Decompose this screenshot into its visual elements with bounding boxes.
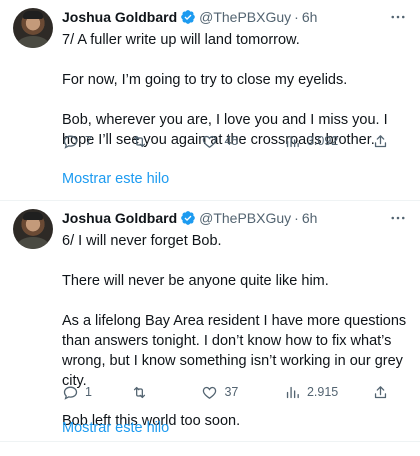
views-chart-icon	[286, 135, 299, 147]
tweet-paragraph: 6/ I will never forget Bob.	[62, 233, 222, 249]
tweet-actions: 1 37 2.915	[62, 382, 392, 402]
more-dots-icon[interactable]	[388, 208, 408, 228]
heart-icon	[203, 386, 217, 399]
share-button[interactable]	[372, 384, 392, 401]
avatar[interactable]	[13, 209, 53, 249]
tweet-time[interactable]: 6h	[302, 210, 318, 226]
avatar[interactable]	[13, 8, 53, 48]
reply-button[interactable]: 7	[62, 133, 131, 150]
share-icon	[375, 134, 387, 147]
reply-button[interactable]: 1	[62, 384, 131, 401]
author-handle[interactable]: @ThePBXGuy	[199, 210, 291, 226]
reply-icon	[63, 386, 78, 400]
view-count: 3.092	[306, 134, 339, 148]
like-count: 45	[224, 134, 239, 148]
tweet-content: Joshua Goldbard @ThePBXGuy · 6h 7/ A ful…	[62, 7, 410, 150]
avatar-hat	[23, 212, 43, 220]
like-button[interactable]: 37	[201, 384, 284, 401]
reply-count: 1	[85, 385, 92, 399]
like-button[interactable]: 45	[201, 133, 284, 150]
avatar-shirt	[17, 36, 49, 48]
views-button[interactable]: 3.092	[284, 133, 372, 150]
separator-dot: ·	[294, 9, 299, 25]
tweet-actions: 7 45 3.092	[62, 131, 392, 151]
like-count: 37	[224, 385, 239, 399]
tweet[interactable]: Joshua Goldbard @ThePBXGuy · 6h 7/ A ful…	[0, 0, 420, 201]
tweet-feed: Joshua Goldbard @ThePBXGuy · 6h 7/ A ful…	[0, 0, 420, 442]
tweet[interactable]: Joshua Goldbard @ThePBXGuy · 6h 6/ I wil…	[0, 201, 420, 442]
reply-icon	[63, 135, 78, 149]
verified-badge-icon	[180, 210, 196, 226]
share-button[interactable]	[372, 133, 392, 150]
avatar-hat	[23, 11, 43, 19]
retweet-button[interactable]	[131, 384, 202, 401]
verified-badge-icon	[180, 9, 196, 25]
more-dots-icon[interactable]	[388, 7, 408, 27]
author-name[interactable]: Joshua Goldbard	[62, 210, 177, 226]
separator-dot: ·	[294, 210, 299, 226]
retweet-icon	[133, 135, 145, 147]
retweet-button[interactable]	[131, 133, 202, 150]
tweet-time[interactable]: 6h	[302, 9, 318, 25]
tweet-header: Joshua Goldbard @ThePBXGuy · 6h	[62, 208, 410, 228]
author-name[interactable]: Joshua Goldbard	[62, 9, 177, 25]
heart-icon	[203, 135, 217, 148]
tweet-paragraph: As a lifelong Bay Area resident I have m…	[62, 313, 407, 389]
share-icon	[375, 385, 387, 398]
author-handle[interactable]: @ThePBXGuy	[199, 9, 291, 25]
views-chart-icon	[286, 386, 299, 398]
tweet-paragraph: There will never be anyone quite like hi…	[62, 273, 329, 289]
views-button[interactable]: 2.915	[284, 384, 372, 401]
retweet-icon	[133, 386, 145, 398]
avatar-shirt	[17, 237, 49, 249]
tweet-paragraph: 7/ A fuller write up will land tomorrow.	[62, 32, 300, 48]
tweet-header: Joshua Goldbard @ThePBXGuy · 6h	[62, 7, 410, 27]
show-thread-link[interactable]: Mostrar este hilo	[62, 171, 169, 187]
reply-count: 7	[85, 134, 92, 148]
show-thread-link[interactable]: Mostrar este hilo	[62, 420, 169, 436]
tweet-paragraph: For now, I’m going to try to close my ey…	[62, 72, 348, 88]
view-count: 2.915	[306, 385, 339, 399]
